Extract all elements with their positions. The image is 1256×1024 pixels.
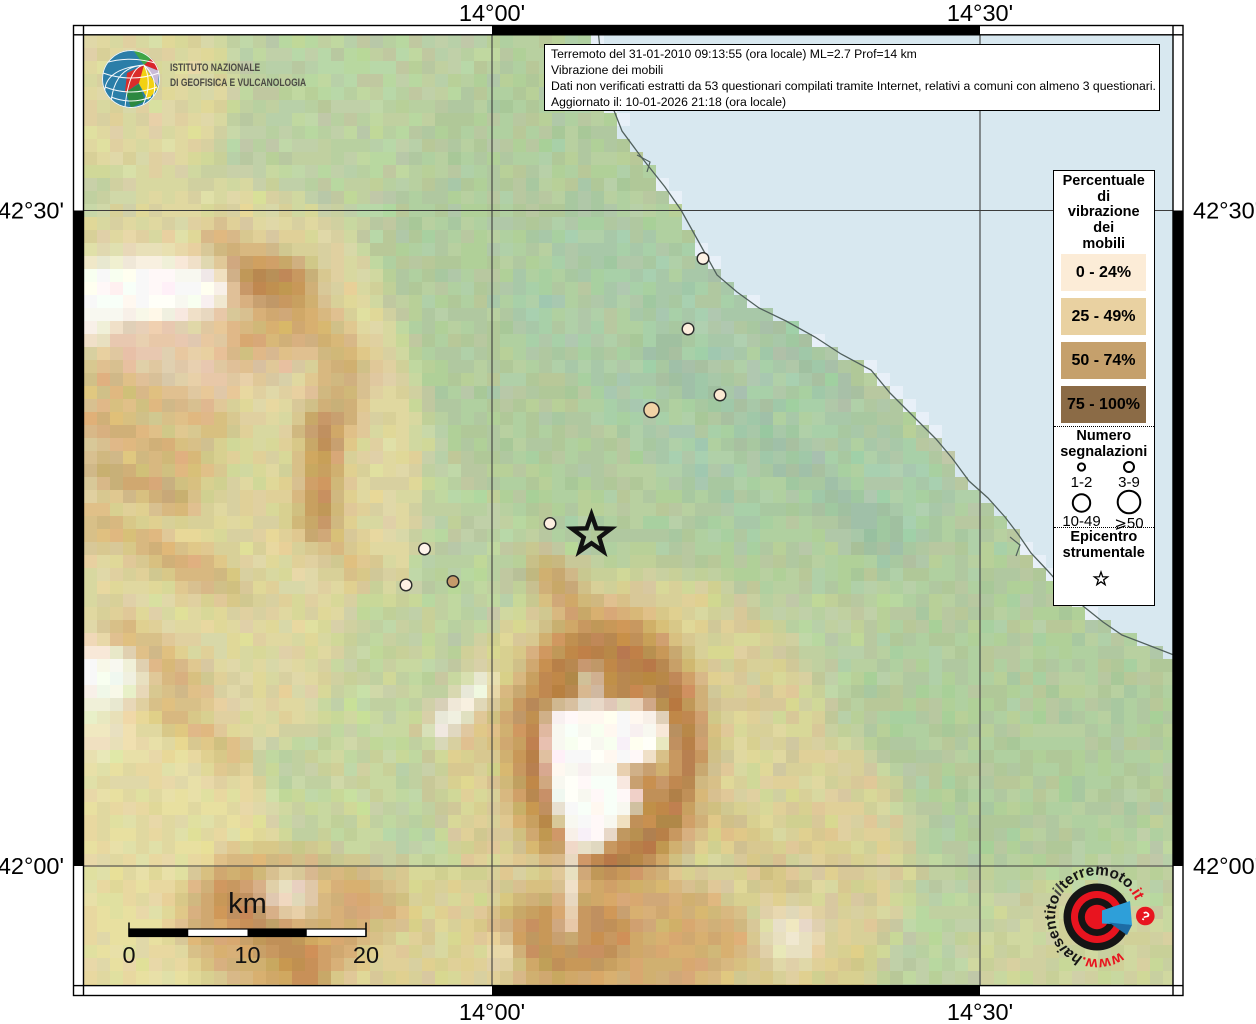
svg-text:3-9: 3-9 [1118, 474, 1140, 491]
svg-text:14°00': 14°00' [459, 0, 525, 26]
svg-text:42°00': 42°00' [1193, 853, 1256, 879]
svg-text:42°30': 42°30' [1193, 198, 1256, 224]
svg-text:km: km [228, 888, 267, 920]
svg-text:0: 0 [122, 942, 135, 968]
svg-text:14°30': 14°30' [947, 0, 1013, 26]
svg-text:42°30': 42°30' [0, 198, 64, 224]
svg-text:14°30': 14°30' [947, 999, 1013, 1024]
svg-text:42°00': 42°00' [0, 853, 64, 879]
svg-text:1-2: 1-2 [1071, 474, 1093, 491]
svg-text:10: 10 [234, 942, 260, 968]
svg-text:14°00': 14°00' [459, 999, 525, 1024]
svg-text:20: 20 [353, 942, 379, 968]
